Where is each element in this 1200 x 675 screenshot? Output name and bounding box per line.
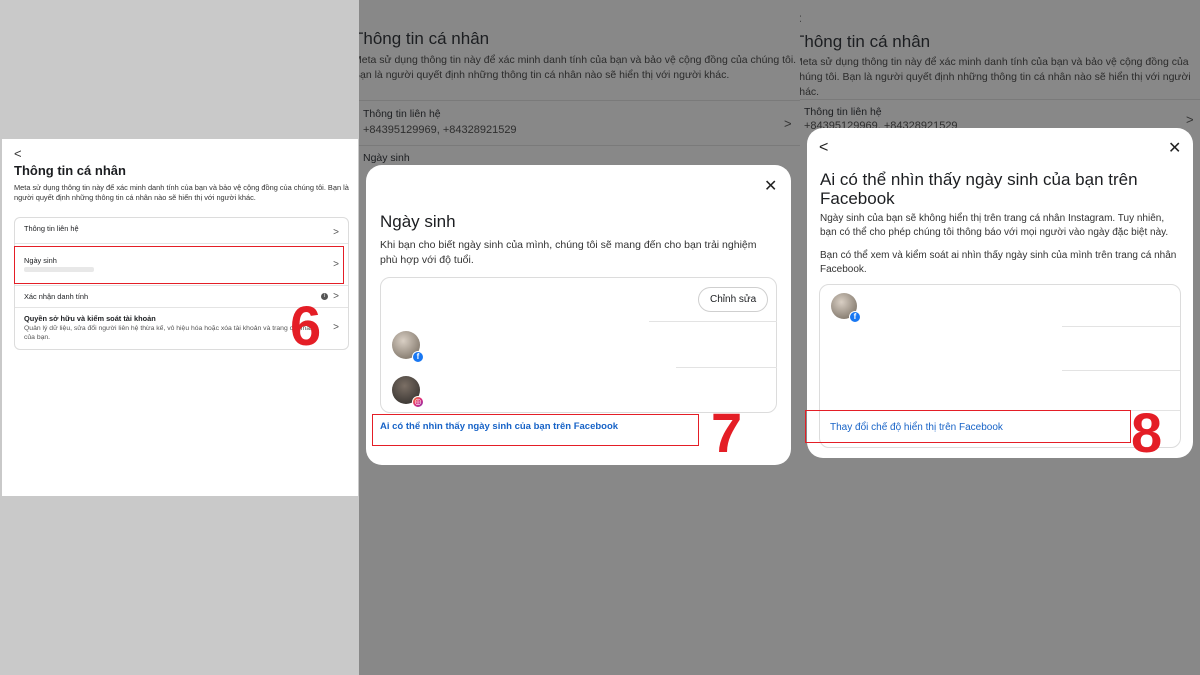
chevron-right-icon: > [333,291,339,302]
avatar: f [831,293,861,323]
bg-contact-value: +84395129969, +84328921529 [363,124,517,136]
facebook-badge-icon: f [412,351,424,363]
dialog-title: Ngày sinh [380,212,456,231]
edit-button[interactable]: Chỉnh sửa [698,287,769,312]
bg-contact-label: Thông tin liên hệ [363,108,441,120]
bg-page-title: Thông tin cá nhân [359,29,490,48]
dialog-description: Khi bạn cho biết ngày sinh của mình, chú… [380,239,757,266]
divider [359,145,800,146]
bg-page-description: Meta sử dụng thông tin này để xác minh d… [359,54,797,81]
divider [800,99,1200,100]
divider [1062,326,1180,327]
avatar: f [392,331,424,363]
bg-page-description: Meta sử dụng thông tin này để xác minh d… [800,56,1191,98]
birthday-accounts-box: Chỉnh sửa f ◎ [380,277,777,413]
settings-row-label: Thông tin liên hệ [24,224,79,233]
dialog-description: Bạn có thể xem và kiểm soát ai nhìn thấy… [820,250,1177,275]
bg-birthday-label: Ngày sinh [363,152,410,164]
settings-row-contact-info[interactable]: Thông tin liên hệ > [15,218,348,244]
step-number-7: 7 [711,401,743,464]
bg-contact-label: Thông tin liên hệ [804,106,882,118]
back-arrow-icon[interactable]: < [14,146,22,161]
divider [649,321,777,322]
divider [359,100,800,101]
step-number-6: 6 [290,294,322,357]
info-icon: i [321,293,328,300]
back-arrow-icon: < [800,11,802,26]
close-icon[interactable]: ✕ [1168,141,1181,157]
divider [1062,370,1180,371]
page-title: Thông tin cá nhân [14,163,126,178]
close-icon[interactable]: ✕ [764,179,777,195]
chevron-right-icon: > [333,322,339,333]
highlight-box-change-visibility [805,410,1131,443]
step-number-8: 8 [1131,401,1163,464]
facebook-badge-icon: f [849,311,861,323]
avatar: ◎ [392,376,424,408]
instagram-badge-icon: ◎ [412,396,424,408]
chevron-right-icon: > [333,227,339,238]
back-arrow-icon[interactable]: < [819,140,828,156]
highlight-box-who-can-see [372,414,699,446]
divider [676,367,777,368]
settings-row-label: Quyền sở hữu và kiểm soát tài khoản [24,314,156,323]
bg-page-title: Thông tin cá nhân [800,32,931,51]
highlight-box-birthday [14,246,344,284]
dialog-title: Ai có thể nhìn thấy ngày sinh của bạn tr… [820,170,1138,208]
chevron-right-icon: > [1186,112,1194,127]
page-description: Meta sử dụng thông tin này để xác minh d… [14,183,349,202]
settings-row-description: Quản lý dữ liệu, sửa đổi người liên hệ t… [24,325,314,341]
dialog-description: Ngày sinh của bạn sẽ không hiển thị trên… [820,213,1169,238]
settings-row-label: Xác nhận danh tính [24,292,89,301]
chevron-right-icon: > [784,116,792,131]
